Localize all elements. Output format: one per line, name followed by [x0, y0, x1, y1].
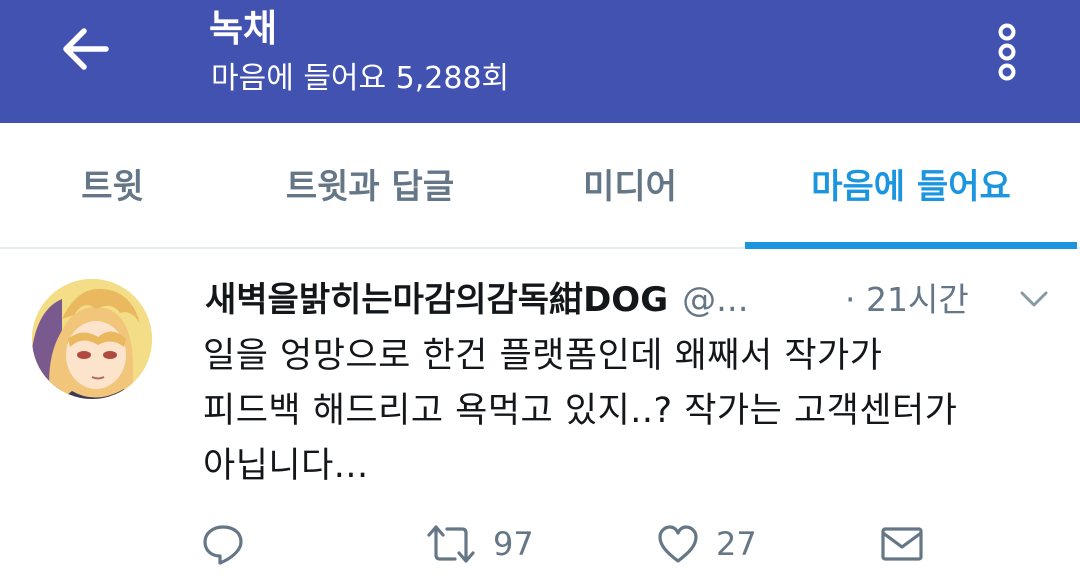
- tweet-text-line: 아닙니다...: [203, 446, 369, 486]
- tweet-text-line: 일을 엉망으로 한건 플랫폼인데 왜째서 작가가: [203, 336, 883, 376]
- avatar[interactable]: [32, 279, 152, 399]
- tweet-item[interactable]: 새벽을밝히는마감의감독紺DOG @... · 21시간 일을 엉망으로 한건 플랫…: [0, 249, 1080, 579]
- profile-tabs: 트윗 트윗과 답글 미디어 마음에 들어요: [0, 123, 1080, 249]
- retweet-button[interactable]: 97: [425, 514, 534, 574]
- heart-icon: [658, 525, 698, 563]
- reply-icon: [203, 525, 243, 565]
- more-options-button[interactable]: [990, 22, 1024, 82]
- vertical-dots-icon: [998, 23, 1016, 81]
- arrow-left-icon: [63, 28, 109, 70]
- app-header: 녹채 마음에 들어요 5,288회: [0, 0, 1080, 123]
- tab-tweets[interactable]: 트윗: [0, 123, 225, 247]
- tweet-author[interactable]: 새벽을밝히는마감의감독紺DOG @...: [205, 275, 749, 325]
- tweet-actions: 97 27: [0, 514, 1080, 574]
- tweet-text: 일을 엉망으로 한건 플랫폼인데 왜째서 작가가 피드백 해드리고 욕먹고 있지…: [203, 329, 1063, 494]
- likes-count-subtitle: 마음에 들어요 5,288회: [211, 61, 510, 96]
- author-handle[interactable]: @...: [682, 280, 748, 320]
- chevron-down-icon: [1020, 291, 1048, 307]
- back-button[interactable]: [58, 22, 112, 76]
- reply-button[interactable]: [200, 514, 246, 574]
- tweet-timestamp[interactable]: · 21시간: [845, 275, 969, 325]
- tab-likes[interactable]: 마음에 들어요: [745, 123, 1077, 249]
- tweet-menu-button[interactable]: [1016, 287, 1052, 311]
- envelope-icon: [881, 527, 923, 561]
- avatar-image: [32, 279, 152, 399]
- page-title: 녹채: [209, 7, 278, 50]
- like-count: 27: [716, 525, 757, 563]
- author-display-name[interactable]: 새벽을밝히는마감의감독紺DOG: [205, 280, 668, 320]
- retweet-count: 97: [493, 525, 534, 563]
- tab-media[interactable]: 미디어: [515, 123, 745, 247]
- tab-tweets-and-replies[interactable]: 트윗과 답글: [225, 123, 515, 247]
- direct-message-button[interactable]: [880, 514, 924, 574]
- retweet-icon: [427, 525, 475, 563]
- tweet-text-line: 피드백 해드리고 욕먹고 있지..? 작가는 고객센터가: [203, 391, 958, 431]
- like-button[interactable]: 27: [656, 514, 757, 574]
